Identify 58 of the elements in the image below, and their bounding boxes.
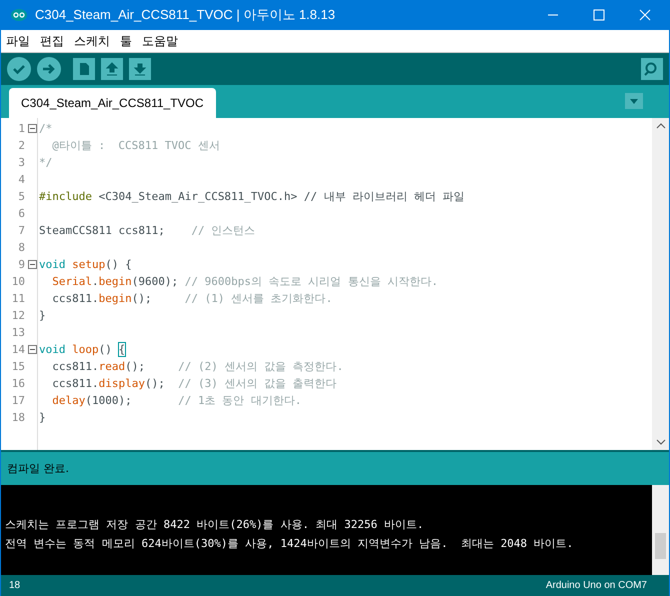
line-number: 11 — [10, 292, 25, 305]
line-number: 15 — [10, 360, 25, 373]
board-info: Arduino Uno on COM7 — [546, 580, 647, 591]
line-number: 10 — [10, 275, 25, 288]
scrollbar[interactable] — [652, 485, 669, 575]
line-number: 18 — [10, 411, 25, 424]
scroll-down-icon[interactable] — [656, 438, 666, 446]
infinity-icon — [11, 9, 27, 21]
close-icon[interactable] — [639, 9, 651, 21]
code-line: ccs811.begin(); // (1) 센서를 초기화한다. — [51, 291, 332, 306]
console-line: 스케치는 프로그램 저장 공간 8422 바이트(26%)를 사용. 최대 32256 바이트. — [5, 517, 425, 533]
file-tab[interactable]: C304_Steam_Air_CCS811_TVOC — [9, 88, 216, 118]
line-number: 17 — [10, 394, 25, 407]
code-line: ccs811.display(); // (3) 센서의 값을 출력한다 — [51, 376, 337, 391]
line-number: 9 — [17, 258, 25, 271]
dropdown-icon[interactable] — [625, 93, 643, 109]
code-line: */ — [39, 156, 52, 169]
code-line: #include <C304_Steam_Air_CCS811_TVOC.h> // 내부 라이브러리 헤더 파일 — [39, 189, 465, 204]
status-message: 컴파일 완료. — [7, 461, 69, 476]
menu-item[interactable]: 툴 — [120, 32, 132, 50]
line-number: 12 — [10, 309, 25, 322]
line-number: 16 — [10, 377, 25, 390]
menu-item[interactable]: 스케치 — [74, 32, 110, 50]
line-number: 5 — [17, 190, 25, 203]
line-number: 4 — [17, 173, 25, 186]
magnifier-icon[interactable] — [641, 58, 663, 80]
line-number: 14 — [10, 343, 25, 356]
menu-item[interactable]: 도움말 — [142, 32, 178, 50]
line-indicator: 18 — [9, 580, 20, 591]
document-icon[interactable] — [73, 58, 95, 80]
code-line: ccs811.read(); // (2) 센서의 값을 측정한다. — [51, 359, 344, 374]
scrollbar[interactable] — [652, 118, 669, 450]
fold-icon[interactable] — [28, 345, 36, 354]
fold-icon[interactable] — [28, 124, 36, 133]
line-number: 13 — [10, 326, 25, 339]
scroll-up-icon[interactable] — [656, 122, 666, 130]
code-line: /* — [39, 122, 52, 135]
maximize-icon[interactable] — [593, 9, 605, 21]
window-title: C304_Steam_Air_CCS811_TVOC | 아두이노 1.8.13 — [35, 6, 336, 24]
fold-icon[interactable] — [28, 260, 36, 269]
code-line: SteamCCS811 ccs811; // 인스턴스 — [39, 223, 256, 238]
code-line: } — [39, 411, 46, 424]
menu-item[interactable]: 파일 — [6, 32, 30, 50]
console-line: 전역 변수는 동적 메모리 624바이트(30%)를 사용, 1424바이트의 지역변수가 남음. 최대는 2048 바이트. — [5, 536, 574, 552]
line-number: 1 — [17, 122, 25, 135]
code-line: @타이틀 : CCS811 TVOC 센서 — [51, 138, 220, 153]
line-number: 3 — [17, 156, 25, 169]
code-line: Serial.begin(9600); // 9600bps의 속도로 시리얼 통신을 시작한다. — [51, 274, 438, 289]
code-line: delay(1000); // 1초 동안 대기한다. — [51, 393, 302, 408]
checkmark-icon[interactable] — [7, 57, 31, 81]
code-line: void setup() { — [39, 258, 132, 271]
menu-item[interactable]: 편집 — [40, 32, 64, 50]
line-number: 6 — [17, 207, 25, 220]
line-number: 8 — [17, 241, 25, 254]
line-number: 7 — [17, 224, 25, 237]
line-number: 2 — [17, 139, 25, 152]
code-line: void loop() { — [39, 343, 126, 356]
code-line: } — [39, 309, 46, 322]
